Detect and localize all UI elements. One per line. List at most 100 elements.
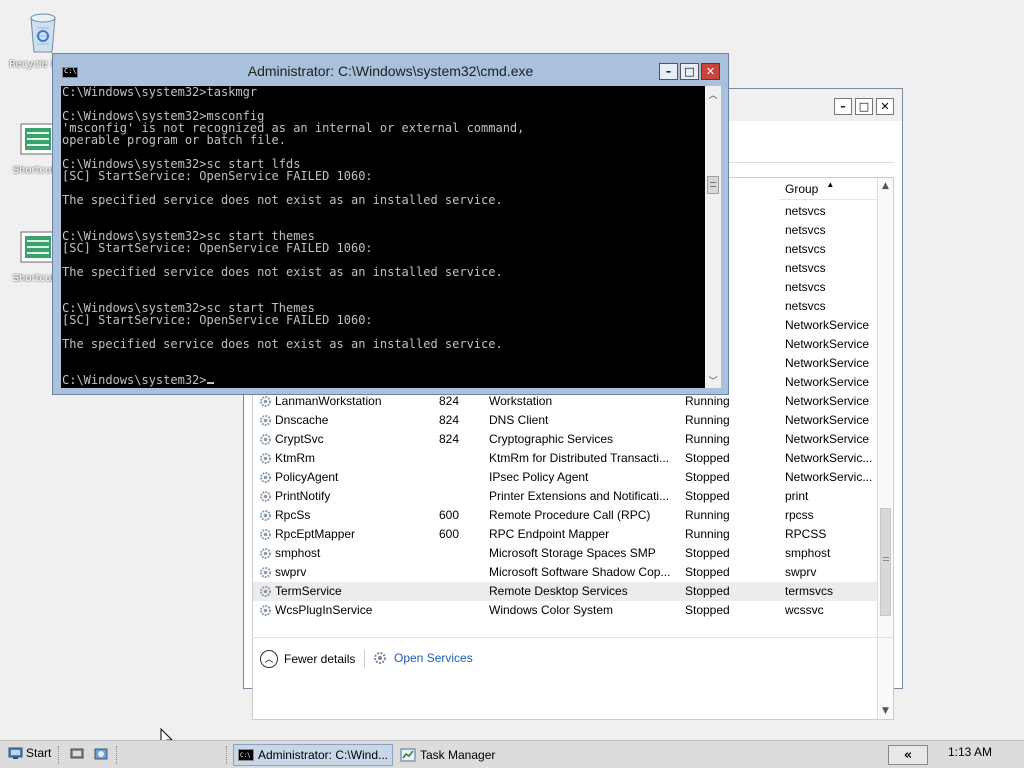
- cell-desc: Cryptographic Services: [489, 432, 614, 446]
- cell-name: LanmanWorkstation: [275, 394, 382, 408]
- maximize-button[interactable]: □: [855, 98, 873, 115]
- table-row[interactable]: swprv Microsoft Software Shadow Cop... Sto…: [253, 563, 877, 582]
- cell-group: print: [785, 489, 809, 503]
- cell-desc: Remote Desktop Services: [489, 584, 628, 598]
- cell-desc: Workstation: [489, 394, 553, 408]
- svg-text:C:\: C:\: [240, 752, 251, 759]
- group-value: netsvcs: [785, 261, 826, 275]
- cell-desc: IPsec Policy Agent: [489, 470, 589, 484]
- cmd-window-title: Administrator: C:\Windows\system32\cmd.e…: [247, 63, 534, 79]
- scroll-up-arrow-icon[interactable]: ▲: [878, 178, 893, 194]
- cell-name: CryptSvc: [275, 432, 324, 446]
- group-header-label: Group: [785, 181, 819, 196]
- cell-pid: 600: [439, 508, 460, 522]
- table-row[interactable]: TermService Remote Desktop Services Stoppe…: [253, 582, 877, 601]
- service-gear-icon: [260, 548, 271, 559]
- taskbar-task-taskmanager[interactable]: Task Manager: [396, 744, 516, 766]
- service-gear-icon: [260, 586, 271, 597]
- taskbar-clock[interactable]: 1:13 AM: [948, 745, 992, 759]
- table-row[interactable]: smphost Microsoft Storage Spaces SMP Stopp…: [253, 544, 877, 563]
- maximize-icon: □: [858, 100, 870, 113]
- table-row[interactable]: WcsPlugInService Windows Color System Stop…: [253, 601, 877, 620]
- cell-name: Dnscache: [275, 413, 329, 427]
- minimize-icon: –: [840, 100, 846, 113]
- cell-status: Running: [685, 394, 730, 408]
- task-label: Administrator: C:\Wind...: [257, 748, 388, 762]
- table-row[interactable]: PrintNotify Printer Extensions and Notifi…: [253, 487, 877, 506]
- table-row[interactable]: RpcEptMapper 600 RPC Endpoint Mapper Runnin…: [253, 525, 877, 544]
- show-hidden-icons-button[interactable]: «: [888, 745, 928, 765]
- services-gear-icon: [374, 652, 386, 664]
- group-value: NetworkService: [785, 375, 870, 389]
- console-line: [SC] StartService: OpenService FAILED 10…: [62, 241, 373, 255]
- cmd-titlebar[interactable]: C:\ Administrator: C:\Windows\system32\c…: [53, 54, 728, 86]
- service-gear-icon: [260, 453, 271, 464]
- cmd-maximize-button[interactable]: □: [680, 63, 699, 80]
- scroll-down-arrow-icon[interactable]: ▼: [878, 703, 893, 719]
- console-line: [SC] StartService: OpenService FAILED 10…: [62, 313, 373, 327]
- cell-desc: Printer Extensions and Notificati...: [489, 489, 670, 503]
- close-button[interactable]: ✕: [876, 98, 894, 115]
- console-line: The specified service does not exist as …: [62, 193, 503, 207]
- cmd-icon: C:\: [238, 749, 254, 761]
- cmd-minimize-button[interactable]: –: [659, 63, 678, 80]
- start-button[interactable]: Start: [8, 746, 51, 760]
- scroll-thumb[interactable]: [707, 176, 719, 194]
- fewer-details-button[interactable]: ︿ Fewer details: [260, 650, 355, 668]
- table-row[interactable]: Dnscache 824 DNS Client Running NetworkServi…: [253, 411, 877, 430]
- cell-name: RpcSs: [275, 508, 311, 522]
- service-gear-icon: [260, 605, 271, 616]
- cell-name: RpcEptMapper: [275, 527, 356, 541]
- service-gear-icon: [260, 396, 271, 407]
- cell-group: wcssvc: [785, 603, 824, 617]
- table-row[interactable]: KtmRm KtmRm for Distributed Transacti... S…: [253, 449, 877, 468]
- table-row[interactable]: CryptSvc 824 Cryptographic Services Running…: [253, 430, 877, 449]
- footer-divider: [364, 650, 365, 668]
- group-value: NetworkService: [785, 318, 870, 332]
- sort-ascending-icon: ▲: [826, 180, 835, 189]
- cell-group: NetworkServic...: [785, 451, 873, 465]
- console-scrollbar[interactable]: ︿ ﹀: [705, 86, 721, 388]
- cell-group: NetworkService: [785, 432, 870, 446]
- scroll-down-arrow-icon[interactable]: ﹀: [705, 372, 721, 388]
- cell-group: rpcss: [785, 508, 814, 522]
- cell-desc: Remote Procedure Call (RPC): [489, 508, 651, 522]
- task-label: Task Manager: [420, 748, 496, 762]
- column-header-group[interactable]: Group ▲: [779, 178, 883, 200]
- cell-pid: 824: [439, 394, 460, 408]
- show-desktop-icon[interactable]: [70, 747, 84, 761]
- taskbar-task-cmd[interactable]: C:\ Administrator: C:\Wind...: [233, 744, 393, 766]
- cell-group: termsvcs: [785, 584, 833, 598]
- table-row[interactable]: PolicyAgent IPsec Policy Agent Stopped Netw…: [253, 468, 877, 487]
- cell-desc: Microsoft Software Shadow Cop...: [489, 565, 671, 579]
- scroll-up-arrow-icon[interactable]: ︿: [705, 86, 721, 102]
- taskbar-separator: [58, 746, 60, 764]
- open-services-link[interactable]: Open Services: [372, 650, 473, 666]
- service-gear-icon: [260, 529, 271, 540]
- cell-name: KtmRm: [275, 451, 315, 465]
- minimize-button[interactable]: –: [834, 98, 852, 115]
- service-gear-icon: [260, 567, 271, 578]
- explorer-quicklaunch-icon[interactable]: [94, 747, 108, 761]
- cell-status: Stopped: [685, 584, 730, 598]
- console-output[interactable]: C:\Windows\system32>taskmgr C:\Windows\sy…: [61, 86, 705, 388]
- cell-status: Running: [685, 508, 730, 522]
- cmd-close-button[interactable]: ✕: [701, 63, 720, 80]
- cell-pid: 824: [439, 413, 460, 427]
- group-value: netsvcs: [785, 280, 826, 294]
- scroll-thumb[interactable]: [880, 508, 891, 616]
- table-row[interactable]: RpcSs 600 Remote Procedure Call (RPC) Runni…: [253, 506, 877, 525]
- service-gear-icon: [260, 434, 271, 445]
- console-line: [SC] StartService: OpenService FAILED 10…: [62, 169, 373, 183]
- cell-status: Stopped: [685, 603, 730, 617]
- cell-group: smphost: [785, 546, 831, 560]
- cell-group: NetworkServic...: [785, 470, 873, 484]
- cell-group: NetworkService: [785, 394, 870, 408]
- text-cursor: [206, 382, 214, 384]
- service-gear-icon: [260, 491, 271, 502]
- taskbar-separator: [226, 746, 228, 764]
- group-value: NetworkService: [785, 337, 870, 351]
- cmd-window[interactable]: C:\ Administrator: C:\Windows\system32\c…: [52, 53, 729, 395]
